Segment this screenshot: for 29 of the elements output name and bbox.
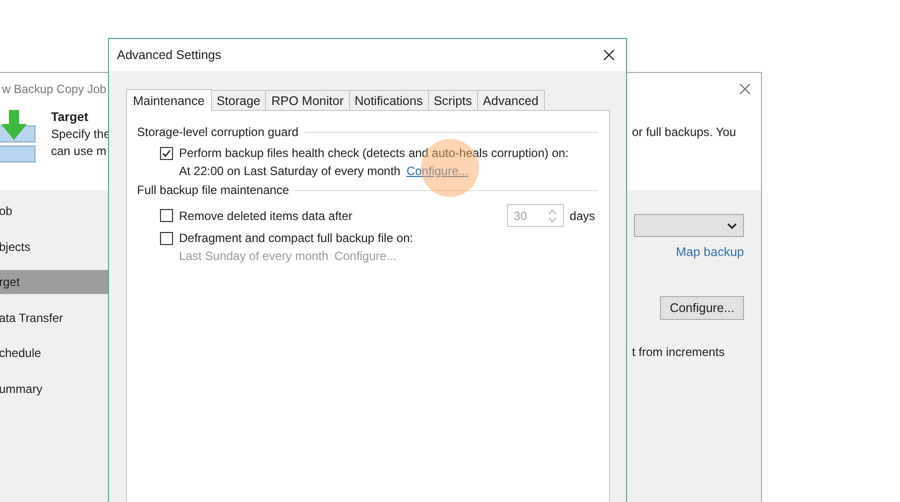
sidebar-item[interactable]: ummary — [0, 376, 109, 400]
sidebar-item[interactable]: rget — [0, 270, 109, 294]
header-description: can use m — [51, 144, 108, 158]
option-label: Perform backup files health check (detects and auto-heals corruption) on: — [179, 146, 569, 160]
sidebar-item[interactable]: bjects — [0, 234, 109, 258]
dialog-title: Advanced Settings — [117, 48, 222, 62]
map-backup-link[interactable]: Map backup — [676, 245, 744, 259]
group-heading: Full backup file maintenance — [137, 183, 290, 197]
option-label: Remove deleted items data after — [179, 208, 352, 222]
description-text: t from increments — [632, 345, 725, 359]
window-title: w Backup Copy Job — [2, 82, 108, 96]
schedule-text: At 22:00 on Last Saturday of every month — [179, 164, 400, 178]
tab[interactable]: Advanced — [476, 90, 545, 110]
header-description: or full backups. You — [631, 125, 738, 141]
option-label: Defragment and compact full backup file on: — [179, 231, 414, 245]
tab[interactable]: Maintenance — [126, 89, 212, 111]
close-icon[interactable] — [603, 49, 615, 61]
schedule-text: Last Sunday of every month — [179, 249, 328, 263]
checkbox[interactable] — [160, 209, 173, 222]
chevron-down-icon — [727, 222, 737, 228]
configure-button[interactable]: Configure... — [660, 296, 744, 320]
checkbox[interactable] — [160, 232, 173, 244]
tab[interactable]: Scripts — [428, 90, 478, 110]
unit-label: days — [570, 208, 595, 222]
checkbox[interactable] — [160, 146, 173, 160]
tab[interactable]: Storage — [210, 90, 266, 110]
header-title: Target — [51, 110, 90, 124]
group-heading: Storage-level corruption guard — [137, 125, 298, 139]
download-drive-icon — [0, 110, 37, 164]
